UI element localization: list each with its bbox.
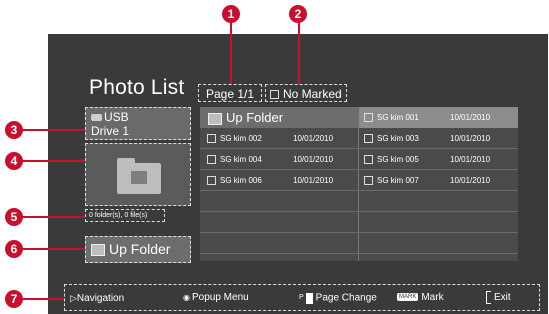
list-row-empty: [200, 212, 518, 233]
up-folder-item[interactable]: Up Folder: [200, 107, 366, 128]
list-item[interactable]: SG kim 006 10/01/2010: [207, 170, 357, 191]
checkbox-icon: [207, 155, 216, 165]
callout-line-3: [22, 129, 85, 131]
page-title: Photo List: [89, 76, 185, 99]
callout-line-2: [298, 20, 300, 84]
item-date: 10/01/2010: [293, 155, 334, 164]
item-date: 10/01/2010: [450, 155, 491, 164]
mark-key-icon: MARK: [397, 293, 419, 302]
footer-exit[interactable]: Exit: [486, 285, 511, 311]
footer-mark[interactable]: MARK Mark: [397, 285, 444, 311]
callout-marker-4: 4: [5, 152, 23, 170]
callout-line-7: [22, 298, 64, 300]
item-name: SG kim 004: [220, 155, 262, 164]
list-item[interactable]: SG kim 003 10/01/2010: [364, 128, 514, 149]
preview-thumbnail: [85, 143, 191, 206]
list-row: SG kim 004 10/01/2010 SG kim 005 10/01/201…: [200, 149, 518, 170]
list-row: SG kim 002 10/01/2010 SG kim 003 10/01/201…: [200, 128, 518, 149]
callout-marker-7: 7: [5, 290, 23, 308]
marked-label: No Marked: [283, 87, 342, 101]
device-line2: Drive 1: [91, 124, 130, 138]
list-row-empty: [200, 233, 518, 254]
item-date: 10/01/2010: [450, 113, 491, 122]
checkbox-icon: [207, 176, 216, 186]
folder-icon: [117, 158, 161, 194]
navigation-icon: ▷: [70, 293, 77, 303]
mark-label: Mark: [421, 292, 444, 303]
callout-marker-6: 6: [5, 240, 23, 258]
item-name: SG kim 006: [220, 176, 262, 185]
checkbox-icon: [364, 155, 373, 165]
list-item[interactable]: SG kim 004 10/01/2010: [207, 149, 357, 170]
usb-icon: [91, 114, 102, 122]
list-item[interactable]: SG kim 001 10/01/2010: [359, 107, 518, 128]
item-name: SG kim 007: [377, 176, 419, 185]
list-item[interactable]: SG kim 005 10/01/2010: [364, 149, 514, 170]
item-name: SG kim 003: [377, 134, 419, 143]
item-date: 10/01/2010: [450, 176, 491, 185]
up-folder-item-label: Up Folder: [226, 110, 284, 125]
callout-marker-1: 1: [222, 5, 240, 23]
folder-icon: [91, 244, 105, 257]
folder-icon: [208, 112, 222, 125]
popup-label: Popup Menu: [191, 292, 249, 303]
photo-list: Up Folder SG kim 001 10/01/2010 SG kim 00…: [200, 107, 518, 261]
callout-line-1: [230, 20, 232, 84]
navigation-label: Navigation: [76, 293, 125, 304]
list-row: Up Folder SG kim 001 10/01/2010: [200, 107, 518, 128]
checkbox-icon: [364, 176, 373, 186]
page-key-icon: P: [299, 294, 304, 301]
item-name: SG kim 002: [220, 134, 262, 143]
checkbox-icon: [207, 134, 216, 144]
page-indicator: Page 1/1: [198, 84, 262, 102]
footer-popup-menu[interactable]: ◉ Popup Menu: [183, 285, 249, 311]
callout-marker-5: 5: [5, 208, 23, 226]
footer-navigation[interactable]: ▷Navigation: [70, 285, 124, 312]
callout-marker-3: 3: [5, 121, 23, 139]
checkbox-icon: [364, 134, 373, 144]
list-row: SG kim 006 10/01/2010 SG kim 007 10/01/201…: [200, 170, 518, 191]
item-name: SG kim 001: [377, 113, 419, 122]
callout-line-5: [22, 216, 85, 218]
ok-button-icon: ◉: [183, 293, 190, 302]
list-item[interactable]: SG kim 002 10/01/2010: [207, 128, 357, 149]
callout-line-6: [22, 248, 85, 250]
item-date: 10/01/2010: [450, 134, 491, 143]
up-folder-button[interactable]: Up Folder: [85, 236, 191, 263]
exit-icon: [486, 290, 491, 304]
marked-indicator: No Marked: [265, 84, 347, 102]
item-name: SG kim 005: [377, 155, 419, 164]
page-change-label: Page Change: [315, 292, 377, 304]
callout-marker-2: 2: [289, 5, 307, 23]
list-row-empty: [200, 191, 518, 212]
checkbox-icon: [270, 90, 279, 100]
device-line1: USB: [104, 110, 129, 124]
footer-page-change[interactable]: P Page Change: [299, 285, 377, 312]
up-folder-label: Up Folder: [109, 241, 171, 257]
footer-bar: ▷Navigation ◉ Popup Menu P Page Change MAR…: [64, 284, 540, 311]
item-date: 10/01/2010: [293, 176, 334, 185]
list-item[interactable]: SG kim 007 10/01/2010: [364, 170, 514, 191]
page-rocker-icon: [305, 292, 313, 304]
exit-label: Exit: [494, 292, 511, 303]
item-date: 10/01/2010: [293, 134, 334, 143]
checkbox-icon: [364, 113, 373, 123]
device-selector[interactable]: USB Drive 1: [85, 107, 191, 140]
folder-file-count: 0 folder(s), 0 file(s): [85, 209, 165, 222]
callout-line-4: [22, 160, 85, 162]
